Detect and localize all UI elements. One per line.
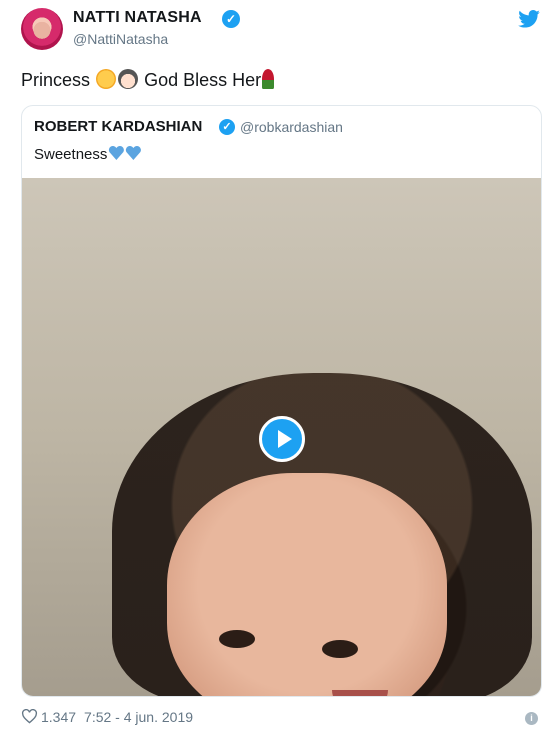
like-heart-icon[interactable]	[21, 709, 38, 724]
play-button-icon[interactable]	[259, 416, 305, 462]
blue-heart-emoji-icon	[108, 146, 124, 160]
relieved-face-emoji-icon	[96, 69, 117, 89]
quoted-author-name[interactable]: ROBERT KARDASHIAN	[34, 118, 202, 135]
woman-emoji-icon	[118, 69, 139, 89]
info-icon[interactable]: i	[525, 712, 538, 725]
quoted-verified-badge-icon: ✓	[219, 119, 235, 135]
tweet-timestamp[interactable]: 7:52 - 4 jun. 2019	[84, 709, 193, 725]
twitter-bird-icon[interactable]	[518, 10, 540, 28]
like-count[interactable]: 1.347	[41, 709, 76, 725]
tweet-text: Princess God Bless Her	[21, 69, 275, 91]
tweet-footer: 1.347 7:52 - 4 jun. 2019	[21, 709, 193, 725]
quoted-tweet-text-label: Sweetness	[34, 146, 108, 163]
quoted-tweet[interactable]: ROBERT KARDASHIAN ✓ @robkardashian Sweet…	[21, 105, 542, 697]
video-frame-mouth	[332, 690, 388, 696]
author-avatar[interactable]	[21, 8, 63, 50]
tweet-text-part2: God Bless Her	[144, 70, 262, 90]
tweet-text-part1: Princess	[21, 70, 91, 90]
embedded-tweet: NATTI NATASHA ✓ @NattiNatasha Princess G…	[0, 0, 552, 737]
video-frame-eye	[219, 630, 255, 648]
blue-heart-emoji-icon	[125, 146, 141, 160]
quoted-author-handle[interactable]: @robkardashian	[240, 119, 343, 135]
video-frame-eye	[322, 640, 358, 658]
video-frame-face	[167, 473, 447, 696]
video-thumbnail[interactable]	[22, 178, 541, 696]
author-display-name[interactable]: NATTI NATASHA	[73, 9, 202, 27]
author-handle[interactable]: @NattiNatasha	[73, 31, 168, 47]
verified-badge-icon: ✓	[222, 10, 240, 28]
rose-emoji-icon	[262, 69, 275, 89]
quoted-tweet-text: Sweetness	[34, 146, 141, 163]
